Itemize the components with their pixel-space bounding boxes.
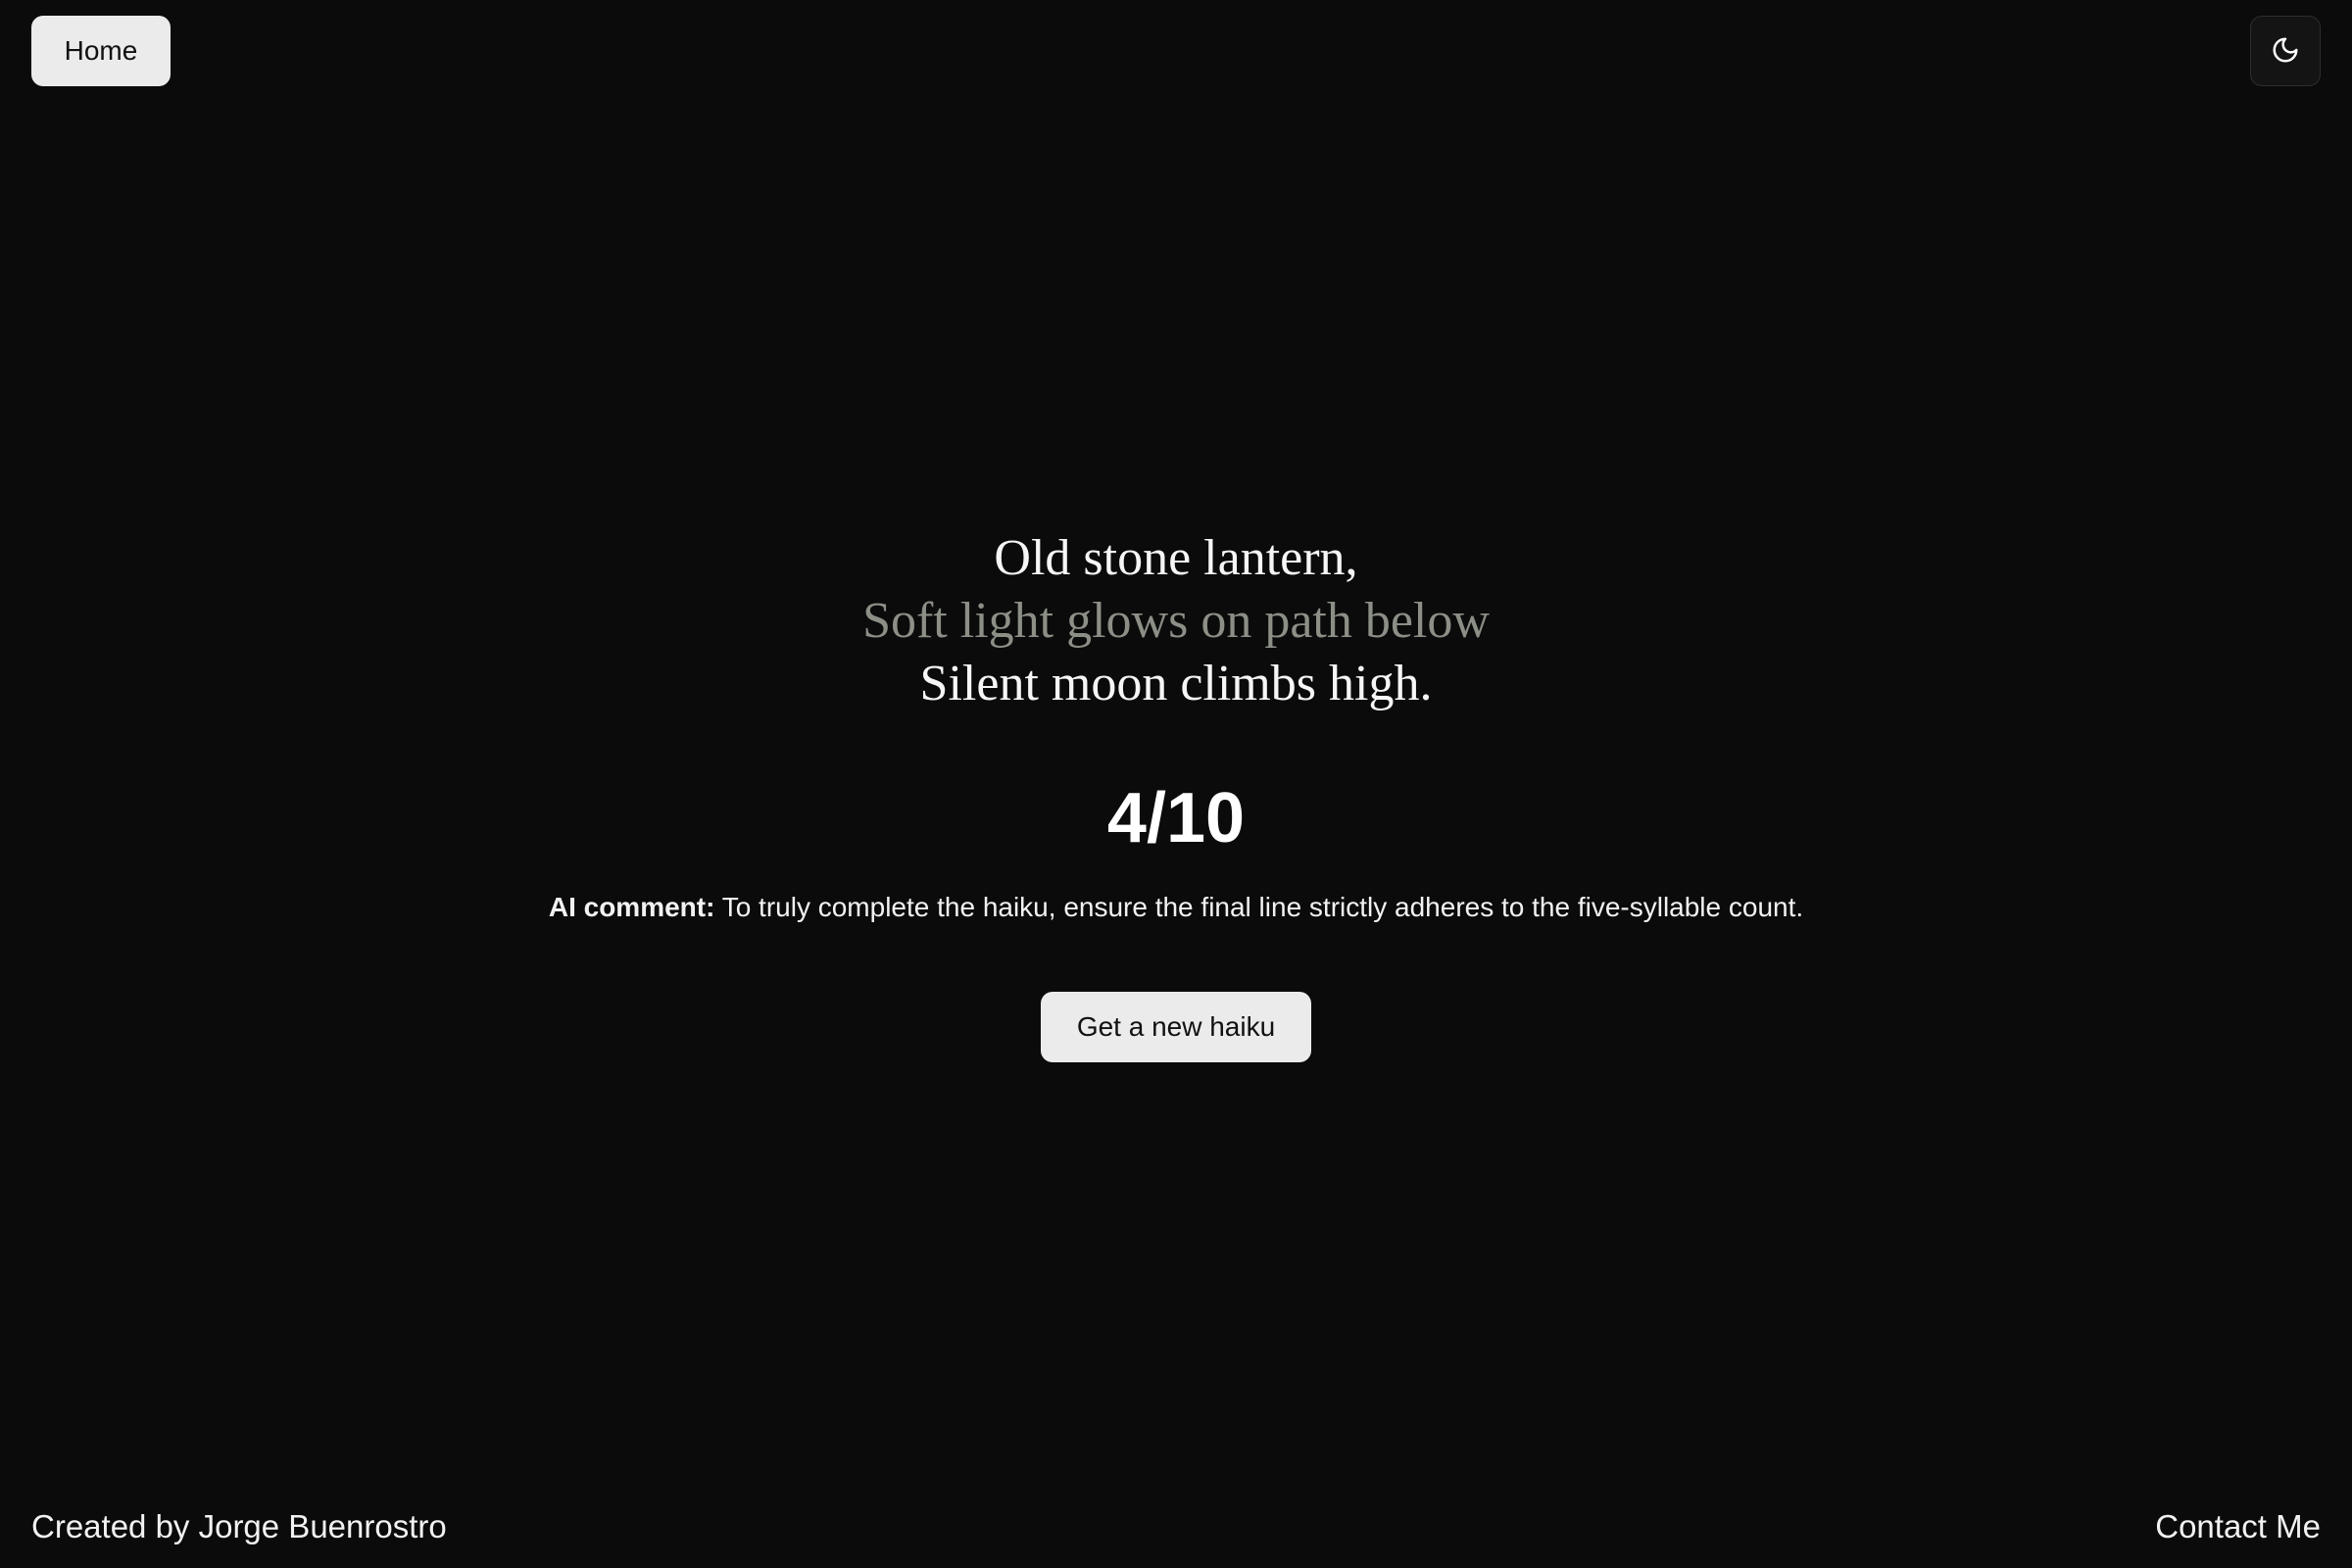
- haiku-score: 4/10: [1106, 779, 1246, 858]
- moon-icon: [2271, 35, 2300, 68]
- haiku-line-1: Old stone lantern,: [994, 530, 1358, 586]
- haiku-poem: Old stone lantern, Soft light glows on p…: [0, 527, 2352, 715]
- haiku-line-3: Silent moon climbs high.: [919, 656, 1433, 711]
- page: Home Old stone lantern, Soft light glows…: [0, 0, 2352, 1568]
- footer-credit: Created by Jorge Buenrostro: [31, 1508, 447, 1544]
- new-haiku-button[interactable]: Get a new haiku: [1041, 992, 1311, 1062]
- ai-comment-label: AI comment:: [548, 892, 715, 922]
- theme-toggle-button[interactable]: [2250, 16, 2321, 86]
- ai-comment-text: To truly complete the haiku, ensure the …: [714, 892, 1804, 922]
- home-button[interactable]: Home: [31, 16, 171, 86]
- ai-comment: AI comment: To truly complete the haiku,…: [0, 888, 2352, 927]
- contact-link[interactable]: Contact Me: [2155, 1505, 2321, 1548]
- haiku-line-2: Soft light glows on path below: [862, 593, 1490, 649]
